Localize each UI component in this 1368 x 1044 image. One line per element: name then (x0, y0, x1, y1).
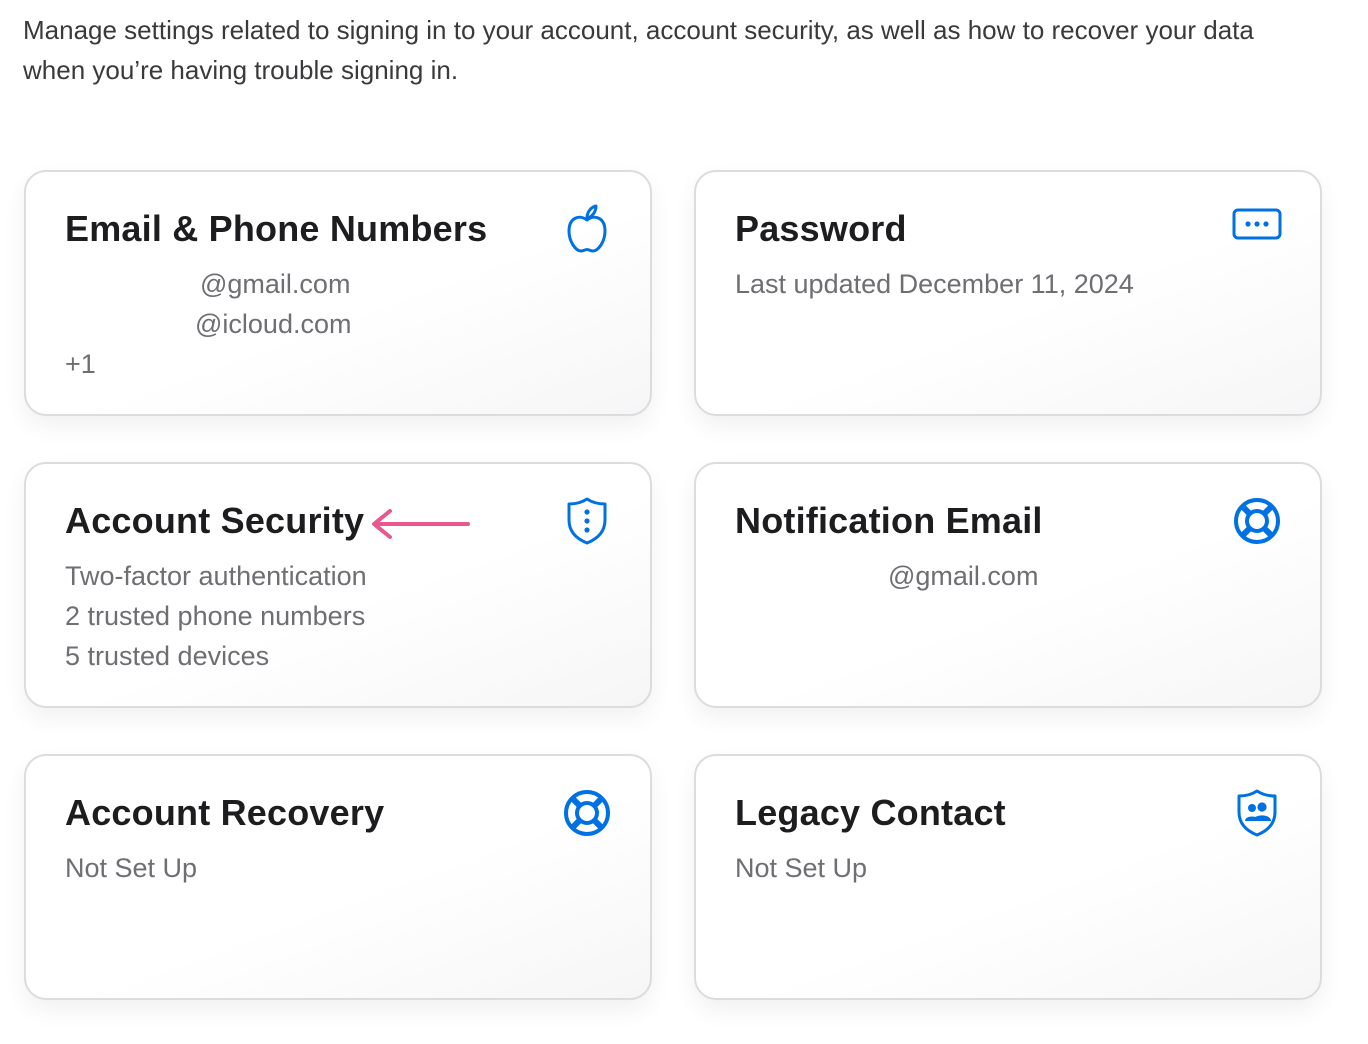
card-details: Not Set Up (65, 848, 197, 888)
account-recovery-card[interactable]: Account Recovery Not Set Up (24, 754, 652, 1000)
phone-number: +1 (65, 349, 96, 379)
card-title: Email & Phone Numbers (65, 208, 488, 249)
trusted-phone-count: 2 trusted phone numbers (65, 601, 366, 631)
legacy-contact-card[interactable]: Legacy Contact Not Set Up (694, 754, 1322, 1000)
card-details: Two-factor authentication 2 trusted phon… (65, 556, 367, 676)
notification-email-address: @gmail.com (888, 561, 1039, 591)
password-last-updated: Last updated December 11, 2024 (735, 269, 1134, 299)
account-security-card[interactable]: Account Security Two-factor authenticati… (24, 462, 652, 708)
intro-description: Manage settings related to signing in to… (23, 15, 1254, 85)
legacy-contact-status: Not Set Up (735, 853, 868, 883)
password-dots-icon (1230, 198, 1284, 252)
card-details: Last updated December 11, 2024 (735, 264, 1134, 304)
card-title: Legacy Contact (735, 792, 1006, 833)
gmail-address: @gmail.com (200, 269, 351, 299)
lifebuoy-icon (1230, 494, 1284, 548)
card-title: Account Recovery (65, 792, 385, 833)
email-phone-numbers-card[interactable]: Email & Phone Numbers @gmail.com @icloud… (24, 170, 652, 416)
shield-dots-icon (560, 494, 614, 548)
password-card[interactable]: Password Last updated December 11, 2024 (694, 170, 1322, 416)
card-title: Account Security (65, 500, 365, 541)
apple-icon (560, 202, 614, 256)
annotation-arrow-icon (372, 509, 470, 539)
card-details: @gmail.com @icloud.com +1 (65, 264, 351, 384)
sign-in-security-page: Manage settings related to signing in to… (0, 0, 1368, 1044)
two-factor-status: Two-factor authentication (65, 561, 367, 591)
card-details: @gmail.com (735, 556, 1038, 596)
trusted-device-count: 5 trusted devices (65, 641, 270, 671)
notification-email-card[interactable]: Notification Email @gmail.com (694, 462, 1322, 708)
icloud-address: @icloud.com (195, 309, 352, 339)
card-title: Notification Email (735, 500, 1043, 541)
lifebuoy-icon (560, 786, 614, 840)
card-details: Not Set Up (735, 848, 867, 888)
shield-people-icon (1230, 786, 1284, 840)
card-title: Password (735, 208, 907, 249)
recovery-status: Not Set Up (65, 853, 198, 883)
